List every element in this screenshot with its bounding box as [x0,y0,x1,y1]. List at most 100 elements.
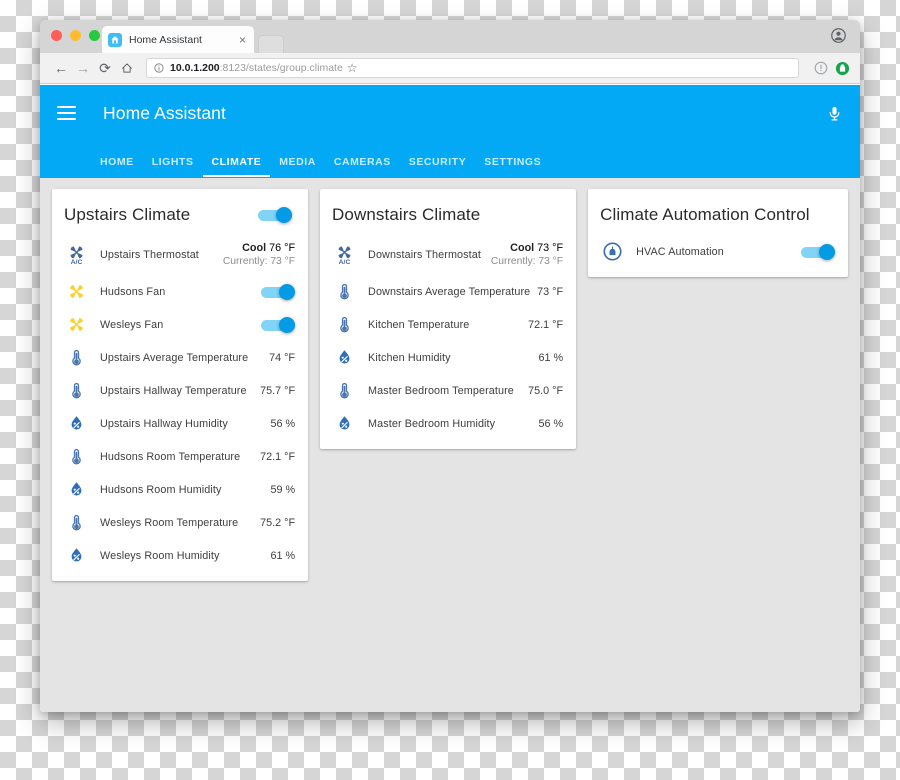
tab-home[interactable]: HOME [91,156,143,177]
url-path: :8123/states/group.climate [219,62,343,74]
thermometer-icon [67,381,86,400]
entity-row[interactable]: Upstairs Hallway Humidity 56 % [52,407,308,440]
hamburger-menu-icon[interactable] [57,102,76,124]
entity-row[interactable]: A/C Upstairs Thermostat Cool 76 °F Currentl… [52,235,308,275]
page-title: Home Assistant [103,102,226,123]
tab-cameras[interactable]: CAMERAS [325,156,400,177]
entity-value: 61 % [270,549,296,562]
thermometer-icon [67,513,86,532]
profile-avatar[interactable] [831,28,846,43]
page-viewport: Home Assistant HOME LIGHTS CLIMATE MEDIA CAM… [40,85,860,712]
humidity-icon [335,348,354,367]
browser-toolbar: ← → ⟳ 10.0.1.200:8123/states/group.clima… [40,53,860,84]
entity-label: Master Bedroom Temperature [368,384,514,397]
home-button-icon[interactable] [116,57,138,79]
entity-row[interactable]: HVAC Automation [588,235,848,268]
dashboard-column-1: Upstairs Climate A/C Upstairs Thermostat Co… [46,189,314,581]
entity-row[interactable]: Wesleys Fan [52,308,308,341]
ac-thermostat-icon: A/C [335,245,354,266]
entity-icon-slot [64,513,89,532]
tab-lights[interactable]: LIGHTS [143,156,203,177]
entity-row[interactable]: Master Bedroom Temperature 75.0 °F [320,374,576,407]
entity-row[interactable]: Master Bedroom Humidity 56 % [320,407,576,440]
entity-icon-slot: A/C [64,245,89,266]
entity-value: 72.1 °F [260,450,296,463]
entity-icon-slot [64,348,89,367]
entity-label: Upstairs Average Temperature [100,351,249,364]
entity-toggle[interactable] [261,283,296,300]
entity-row[interactable]: Upstairs Average Temperature 74 °F [52,341,308,374]
entity-label: Upstairs Hallway Temperature [100,384,247,397]
tab-climate[interactable]: CLIMATE [202,156,271,177]
thermometer-icon [335,315,354,334]
toggle-knob [279,316,296,333]
entity-row[interactable]: Kitchen Temperature 72.1 °F [320,308,576,341]
entity-label: Upstairs Thermostat [100,249,199,261]
tab-settings[interactable]: SETTINGS [475,156,550,177]
info-circle-icon[interactable] [154,63,164,73]
entity-toggle[interactable] [261,316,296,333]
entity-row[interactable]: A/C Downstairs Thermostat Cool 73 °F Curren… [320,235,576,275]
climate-card: Climate Automation Control HVAC Automatio… [588,189,848,277]
close-window-button[interactable] [51,30,62,41]
entity-label: Wesleys Fan [100,318,164,331]
tab-security[interactable]: SECURITY [400,156,476,177]
entity-label: Hudsons Fan [100,285,166,298]
extension-icon[interactable] [835,61,850,76]
entity-value: 72.1 °F [528,318,564,331]
humidity-icon [67,546,86,565]
new-tab-button[interactable] [258,35,284,53]
back-icon[interactable]: ← [50,57,72,79]
entity-toggle[interactable] [801,243,835,260]
dashboard-columns: Upstairs Climate A/C Upstairs Thermostat Co… [40,178,860,592]
entity-row[interactable]: Kitchen Humidity 61 % [320,341,576,374]
reload-icon[interactable]: ⟳ [94,57,116,79]
entity-label: Upstairs Hallway Humidity [100,417,228,430]
entity-row[interactable]: Downstairs Average Temperature 73 °F [320,275,576,308]
toggle-knob [819,243,835,260]
thermometer-icon [335,381,354,400]
window-controls [51,30,100,41]
humidity-icon [335,414,354,433]
dashboard-column-3: Climate Automation Control HVAC Automatio… [582,189,854,277]
card-title: Upstairs Climate [64,205,191,224]
entity-icon-slot [332,414,357,433]
entity-row[interactable]: Hudsons Fan [52,275,308,308]
entity-icon-slot [64,414,89,433]
address-bar[interactable]: 10.0.1.200:8123/states/group.climate ☆ [146,58,799,78]
entity-value: 75.0 °F [528,384,564,397]
entity-label: Downstairs Average Temperature [368,285,531,298]
entity-icon-slot [332,282,357,301]
app-header: Home Assistant HOME LIGHTS CLIMATE MEDIA CAM… [40,85,860,178]
entity-row[interactable]: Wesleys Room Humidity 61 % [52,539,308,572]
microphone-icon[interactable] [826,105,843,122]
browser-tab[interactable]: Home Assistant × [102,26,254,53]
climate-card: Downstairs Climate A/C Downstairs Thermost… [320,189,577,449]
entity-label: Master Bedroom Humidity [368,417,496,430]
forward-icon[interactable]: → [72,57,94,79]
minimize-window-button[interactable] [70,30,81,41]
entity-value: 59 % [270,483,296,496]
entity-label: Kitchen Temperature [368,318,470,331]
url-host: 10.0.1.200 [170,62,220,74]
bookmark-star-icon[interactable]: ☆ [347,61,358,75]
tab-media[interactable]: MEDIA [270,156,325,177]
info-icon[interactable] [814,61,828,75]
entity-value: 56 % [270,417,296,430]
close-icon[interactable]: × [237,34,248,46]
entity-row[interactable]: Upstairs Hallway Temperature 75.7 °F [52,374,308,407]
card-header-toggle[interactable] [258,207,293,223]
thermometer-icon [67,348,86,367]
entity-row[interactable]: Hudsons Room Humidity 59 % [52,473,308,506]
entity-label: Wesleys Room Humidity [100,549,220,562]
app-tab-bar: HOME LIGHTS CLIMATE MEDIA CAMERAS SECURITY SET… [40,141,860,177]
entity-icon-slot [332,348,357,367]
entity-row[interactable]: Wesleys Room Temperature 75.2 °F [52,506,308,539]
thermostat-mode: Cool [510,241,535,254]
svg-text:A/C: A/C [71,259,83,266]
maximize-window-button[interactable] [89,30,100,41]
thermometer-icon [67,447,86,466]
entity-icon-slot [332,381,357,400]
thermostat-current: Currently: 73 °F [490,256,564,268]
entity-row[interactable]: Hudsons Room Temperature 72.1 °F [52,440,308,473]
